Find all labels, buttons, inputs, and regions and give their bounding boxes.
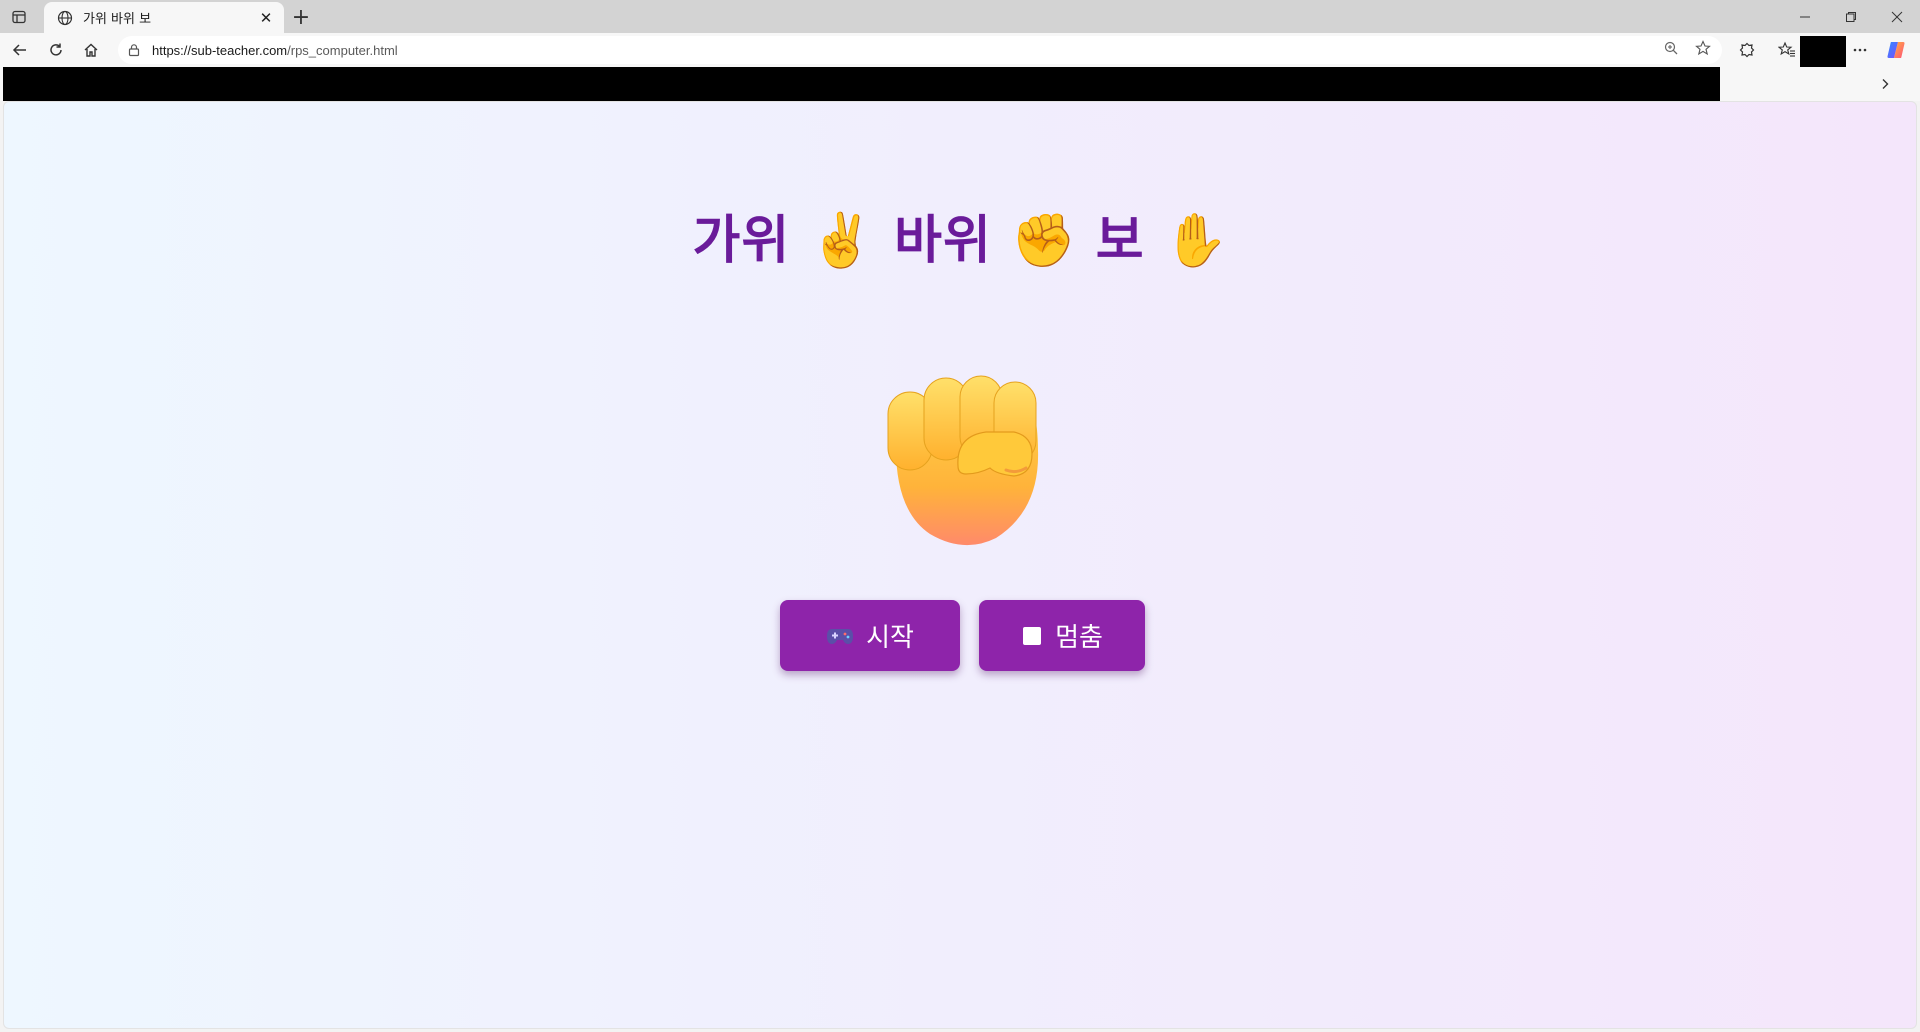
raised-fist-icon: ✊ [1010,211,1077,271]
minimize-icon[interactable] [1782,0,1828,33]
more-options-icon[interactable] [1846,36,1874,64]
extensions-icon[interactable] [1733,36,1761,64]
tab-actions-menu-icon[interactable] [6,4,32,30]
url-path: /rps_computer.html [287,42,398,58]
raised-hand-icon: ✋ [1163,211,1230,271]
heading-rock-word: 바위 [894,211,992,271]
stop-button-label: 멈춤 [1055,623,1103,653]
reload-icon[interactable] [42,36,70,64]
url-text: https://sub-teacher.com/rps_computer.htm… [152,43,398,58]
back-arrow-icon[interactable] [6,36,34,64]
active-tab[interactable]: 가위 바위 보 ✕ [44,2,284,33]
start-button[interactable]: 시작 [780,600,960,671]
tab-strip: 가위 바위 보 ✕ + [0,0,1920,33]
close-window-icon[interactable] [1874,0,1920,33]
victory-hand-icon: ✌️ [809,211,876,271]
stop-square-icon [1021,625,1043,647]
close-tab-icon[interactable]: ✕ [256,8,276,28]
heading-scissors-word: 가위 [692,211,791,271]
page-content: 가위 ✌️ 바위 ✊ 보 ✋ 시작 멈춤 [3,101,1917,1029]
favorite-star-icon[interactable] [1694,39,1712,57]
copilot-icon[interactable] [1882,36,1910,64]
page-title: 가위 ✌️ 바위 ✊ 보 ✋ [4,198,1916,273]
home-icon[interactable] [77,36,105,64]
url-host: https://sub-teacher.com [152,42,288,58]
chevron-right-icon[interactable] [1874,73,1896,95]
address-bar[interactable]: https://sub-teacher.com/rps_computer.htm… [118,36,1722,64]
stop-button[interactable]: 멈춤 [979,600,1145,671]
start-button-label: 시작 [866,623,914,653]
globe-icon [56,9,74,27]
favorites-icon[interactable] [1773,36,1801,64]
game-controller-icon [826,625,854,647]
favorites-bar [0,67,1920,101]
zoom-icon[interactable] [1662,39,1680,57]
heading-paper-word: 보 [1095,211,1145,271]
restore-icon[interactable] [1828,0,1874,33]
browser-toolbar: https://sub-teacher.com/rps_computer.htm… [0,33,1920,67]
new-tab-button[interactable]: + [288,4,314,30]
redacted-favorites [3,67,1720,101]
lock-icon[interactable] [126,42,142,58]
computer-choice-fist-icon [886,370,1042,550]
profile-avatar[interactable] [1800,36,1846,70]
tab-title: 가위 바위 보 [83,12,152,27]
